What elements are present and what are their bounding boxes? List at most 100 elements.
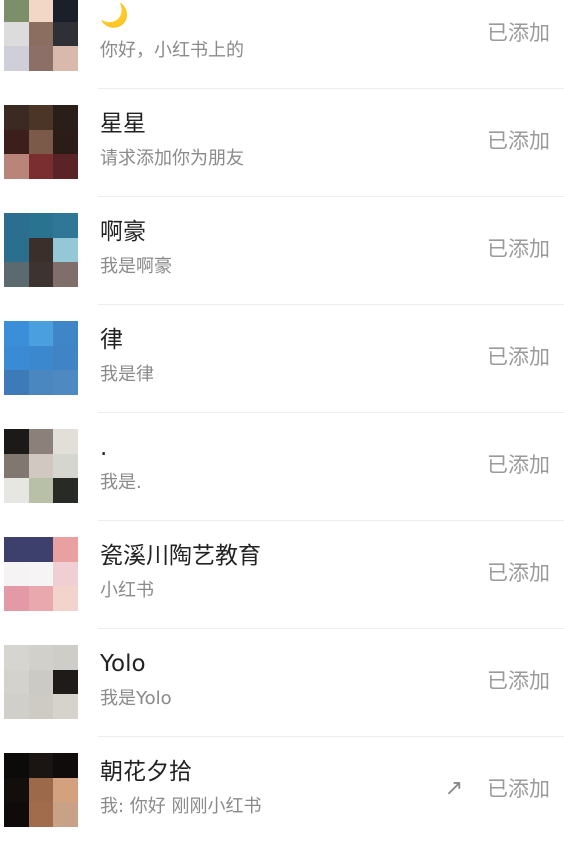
avatar-pixel xyxy=(53,537,78,562)
list-item[interactable]: 瓷溪川陶艺教育 小红书 已添加 xyxy=(0,521,564,629)
avatar-pixel xyxy=(28,429,54,454)
avatar-pixel xyxy=(4,237,29,263)
request-message: 我是. xyxy=(100,472,142,493)
avatar-pixel xyxy=(53,429,78,454)
avatar-pixel xyxy=(53,370,78,395)
avatar-pixel xyxy=(4,561,29,587)
avatar-pixel xyxy=(53,262,78,287)
avatar-pixel xyxy=(28,645,54,670)
list-item[interactable]: . 我是. 已添加 xyxy=(0,413,564,521)
avatar-pixel xyxy=(4,262,29,287)
status-label: 已添加 xyxy=(487,21,550,45)
contact-name: 🌙 xyxy=(100,3,129,29)
avatar-pixel xyxy=(4,129,29,155)
avatar[interactable] xyxy=(4,753,78,827)
avatar-pixel xyxy=(53,802,78,827)
contact-name: Yolo xyxy=(100,651,146,677)
avatar-pixel xyxy=(53,669,78,695)
contact-name: 律 xyxy=(100,327,123,353)
status-label: 已添加 xyxy=(487,669,550,693)
list-item[interactable]: 星星 请求添加你为朋友 已添加 xyxy=(0,89,564,197)
avatar-pixel xyxy=(28,154,54,179)
avatar[interactable] xyxy=(4,537,78,611)
contact-name: 星星 xyxy=(100,111,146,137)
avatar-pixel xyxy=(53,21,78,47)
avatar-pixel xyxy=(4,586,29,611)
avatar-pixel xyxy=(53,321,78,346)
status-label: 已添加 xyxy=(487,129,550,153)
avatar-pixel xyxy=(53,213,78,238)
contact-name: 啊豪 xyxy=(100,219,146,245)
avatar-pixel xyxy=(28,694,54,719)
avatar-pixel xyxy=(4,46,29,71)
list-item[interactable]: 律 我是律 已添加 xyxy=(0,305,564,413)
avatar-pixel xyxy=(28,777,54,803)
avatar-pixel xyxy=(28,0,54,22)
avatar-pixel xyxy=(4,753,29,778)
avatar-pixel xyxy=(28,321,54,346)
status-label: 已添加 xyxy=(487,561,550,585)
avatar-pixel xyxy=(53,561,78,587)
avatar-pixel xyxy=(53,478,78,503)
avatar-pixel xyxy=(53,777,78,803)
share-arrow-icon[interactable]: ↗ xyxy=(442,775,466,803)
avatar-pixel xyxy=(4,345,29,371)
avatar-pixel xyxy=(28,453,54,479)
avatar-pixel xyxy=(53,586,78,611)
avatar-pixel xyxy=(53,129,78,155)
avatar-pixel xyxy=(53,453,78,479)
avatar-pixel xyxy=(53,237,78,263)
list-item[interactable]: 🌙 你好，小红书上的 已添加 xyxy=(0,0,564,89)
avatar[interactable] xyxy=(4,645,78,719)
request-message: 我是啊豪 xyxy=(100,256,172,277)
avatar-pixel xyxy=(28,753,54,778)
avatar-pixel xyxy=(4,645,29,670)
avatar-pixel xyxy=(53,345,78,371)
avatar-pixel xyxy=(4,453,29,479)
request-message: 我是律 xyxy=(100,364,154,385)
avatar-pixel xyxy=(4,802,29,827)
avatar-pixel xyxy=(4,21,29,47)
avatar-pixel xyxy=(53,0,78,22)
status-label: 已添加 xyxy=(487,777,550,801)
avatar-pixel xyxy=(28,21,54,47)
avatar-pixel xyxy=(53,46,78,71)
list-item[interactable]: Yolo 我是Yolo 已添加 xyxy=(0,629,564,737)
avatar-pixel xyxy=(28,345,54,371)
avatar-pixel xyxy=(4,0,29,22)
contact-name: . xyxy=(100,435,108,461)
avatar-pixel xyxy=(28,46,54,71)
avatar-pixel xyxy=(28,370,54,395)
avatar-pixel xyxy=(4,669,29,695)
status-label: 已添加 xyxy=(487,453,550,477)
avatar[interactable] xyxy=(4,429,78,503)
avatar-pixel xyxy=(4,154,29,179)
avatar[interactable] xyxy=(4,0,78,71)
avatar-pixel xyxy=(53,154,78,179)
avatar[interactable] xyxy=(4,213,78,287)
avatar-pixel xyxy=(28,561,54,587)
contact-name: 瓷溪川陶艺教育 xyxy=(100,543,261,569)
avatar-pixel xyxy=(28,537,54,562)
avatar-pixel xyxy=(28,802,54,827)
avatar-pixel xyxy=(4,105,29,130)
avatar-pixel xyxy=(4,213,29,238)
avatar[interactable] xyxy=(4,105,78,179)
avatar-pixel xyxy=(53,645,78,670)
request-message: 你好，小红书上的 xyxy=(100,40,244,61)
request-message: 请求添加你为朋友 xyxy=(100,148,244,169)
avatar-pixel xyxy=(28,669,54,695)
avatar-pixel xyxy=(28,105,54,130)
contact-name: 朝花夕拾 xyxy=(100,759,192,785)
list-item[interactable]: 啊豪 我是啊豪 已添加 xyxy=(0,197,564,305)
avatar-pixel xyxy=(53,753,78,778)
request-message: 小红书 xyxy=(100,580,154,601)
avatar-pixel xyxy=(4,777,29,803)
avatar[interactable] xyxy=(4,321,78,395)
avatar-pixel xyxy=(28,213,54,238)
status-label: 已添加 xyxy=(487,237,550,261)
avatar-pixel xyxy=(4,370,29,395)
status-label: 已添加 xyxy=(487,345,550,369)
list-item[interactable]: 朝花夕拾 我: 你好 刚刚小红书 ↗ 已添加 xyxy=(0,737,564,845)
request-message: 我是Yolo xyxy=(100,688,172,709)
